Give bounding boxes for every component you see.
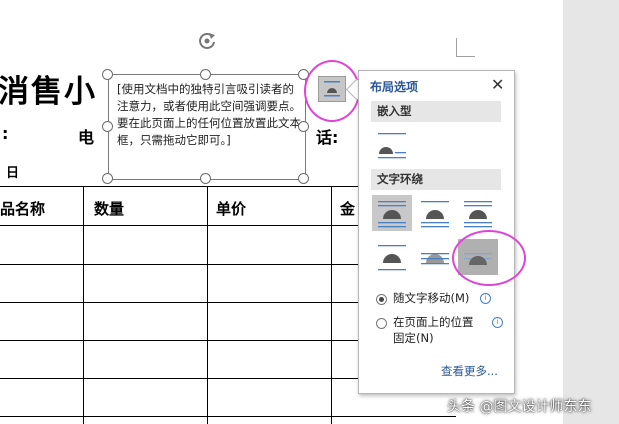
- wrap-through-icon: [464, 201, 492, 228]
- table-header-name: 品名称: [0, 200, 46, 218]
- document-gutter: [563, 0, 619, 424]
- info-icon[interactable]: i: [480, 293, 491, 304]
- resize-handle-bottom-left[interactable]: [102, 173, 113, 184]
- resize-handle-top[interactable]: [200, 69, 211, 80]
- section-inline: 嵌入型: [371, 101, 501, 122]
- document-title: 消售小: [0, 74, 97, 110]
- pane-title: 布局选项: [370, 80, 419, 94]
- radio-button[interactable]: [376, 294, 387, 305]
- doc-line2-left: 日: [6, 166, 20, 181]
- wrap-square-icon: [378, 201, 406, 228]
- highlight-circle: [452, 230, 526, 286]
- radio-fixed-label-1: 在页面上的位置: [393, 315, 474, 329]
- table-line: [331, 186, 332, 424]
- resize-handle-bottom-right[interactable]: [298, 173, 309, 184]
- inline-with-text-icon: [378, 133, 406, 159]
- info-icon[interactable]: i: [492, 317, 503, 328]
- watermark: 头条 @图文设计师东东: [447, 399, 592, 415]
- doc-line1-left: :: [2, 124, 9, 143]
- option-top-bottom[interactable]: [372, 239, 412, 275]
- rotate-handle-icon[interactable]: [196, 30, 218, 52]
- pull-quote-text-box[interactable]: [使用文档中的独特引言吸引读者的注意力，或者使用此空间强调要点。要在此页面上的任…: [108, 74, 306, 180]
- resize-handle-right[interactable]: [298, 121, 309, 132]
- see-more-link[interactable]: 查看更多...: [441, 363, 498, 379]
- resize-handle-bottom[interactable]: [200, 173, 211, 184]
- radio-move-label: 随文字移动(M): [393, 291, 470, 305]
- resize-handle-left[interactable]: [102, 121, 113, 132]
- wrap-behind-text-icon: [421, 253, 449, 265]
- doc-line1-mid: 电: [78, 128, 95, 147]
- wrap-tight-icon: [421, 201, 449, 228]
- option-inline[interactable]: [372, 127, 412, 163]
- table-line: [0, 416, 456, 417]
- table-header-price: 单价: [216, 200, 247, 218]
- table-header-qty: 数量: [94, 200, 125, 218]
- page-corner-mark: [456, 38, 475, 57]
- doc-line1-right: 话:: [316, 128, 339, 147]
- option-behind-text[interactable]: [415, 239, 455, 275]
- option-tight[interactable]: [415, 195, 455, 231]
- option-through[interactable]: [458, 195, 498, 231]
- text-box-content[interactable]: [使用文档中的独特引言吸引读者的注意力，或者使用此空间强调要点。要在此页面上的任…: [117, 81, 303, 149]
- resize-handle-top-left[interactable]: [102, 69, 113, 80]
- wrap-top-bottom-icon: [378, 245, 406, 271]
- option-square[interactable]: [372, 195, 412, 231]
- radio-fixed-label-2: 固定(N): [393, 331, 434, 345]
- table-header-amount: 金: [340, 200, 356, 218]
- table-line: [83, 186, 84, 424]
- close-icon[interactable]: ✕: [491, 75, 504, 94]
- section-wrap: 文字环绕: [371, 169, 501, 190]
- table-line: [207, 186, 208, 424]
- radio-button[interactable]: [376, 318, 387, 329]
